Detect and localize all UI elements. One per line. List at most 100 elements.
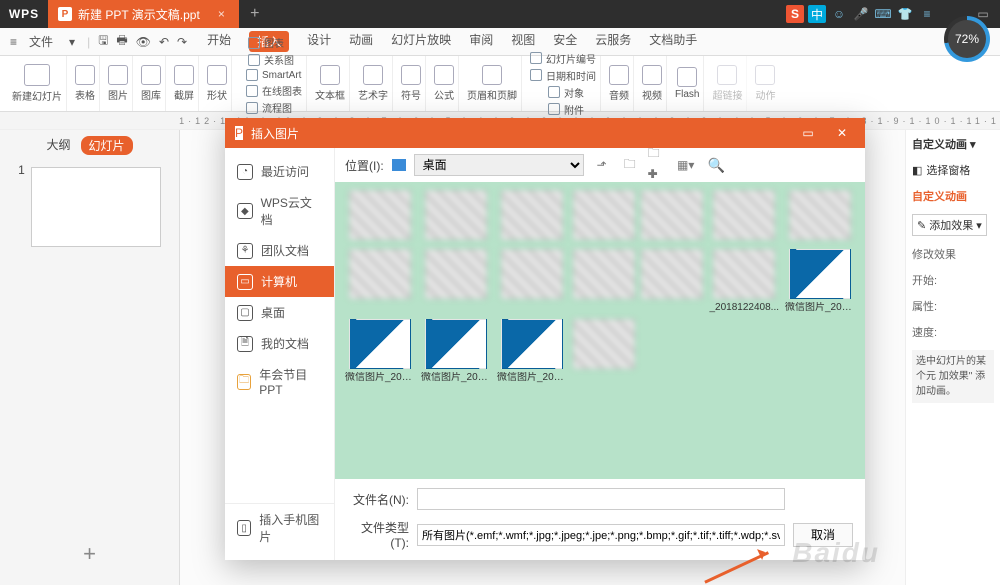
- file-menu[interactable]: 文件: [25, 31, 57, 52]
- file-item[interactable]: [497, 190, 567, 243]
- ribbon-slide-number[interactable]: 幻灯片编号: [530, 51, 596, 66]
- new-folder-icon[interactable]: 🗀✚: [648, 155, 668, 175]
- slides-tab[interactable]: 幻灯片: [81, 136, 133, 155]
- side-cloud[interactable]: ◆WPS云文档: [225, 187, 334, 235]
- ribbon-header-footer[interactable]: 页眉和页脚: [463, 56, 522, 111]
- close-tab-icon[interactable]: ×: [218, 7, 225, 21]
- file-item[interactable]: [573, 190, 635, 243]
- tab-review[interactable]: 审阅: [469, 31, 493, 52]
- qat-preview-icon[interactable]: 👁: [136, 35, 151, 49]
- side-documents[interactable]: 🗎我的文档: [225, 328, 334, 359]
- ribbon-smartart[interactable]: SmartArt: [246, 69, 301, 81]
- ribbon-audio[interactable]: 音频: [605, 56, 634, 111]
- location-select[interactable]: 桌面: [414, 154, 584, 176]
- ribbon-relation[interactable]: 关系图: [248, 52, 294, 67]
- qat-undo-icon[interactable]: ↶: [159, 35, 169, 49]
- ribbon-shapes[interactable]: 形状: [203, 56, 232, 111]
- qat-redo-icon[interactable]: ↷: [177, 35, 187, 49]
- qat-save-icon[interactable]: 🖫: [98, 31, 108, 52]
- ribbon-online-chart[interactable]: 在线图表: [246, 83, 302, 98]
- tab-home[interactable]: 开始: [207, 31, 231, 52]
- ribbon-datetime[interactable]: 日期和时间: [530, 68, 596, 83]
- ime-emoji-icon[interactable]: ☺: [830, 5, 848, 23]
- select-pane-link[interactable]: ◧ 选择窗格: [912, 162, 994, 178]
- tab-slideshow[interactable]: 幻灯片放映: [391, 31, 451, 52]
- ribbon-new-slide[interactable]: 新建幻灯片: [8, 56, 67, 111]
- ime-lang-icon[interactable]: 中: [808, 5, 826, 23]
- ribbon-video[interactable]: 视频: [638, 56, 667, 111]
- ribbon-gallery[interactable]: 图库: [137, 56, 166, 111]
- back-icon[interactable]: 🗀: [620, 155, 640, 175]
- outline-tab[interactable]: 大纲: [46, 136, 70, 155]
- file-item[interactable]: 微信图片_201812251003...: [497, 319, 567, 383]
- file-item[interactable]: [345, 190, 415, 243]
- search-icon[interactable]: 🔍: [708, 157, 725, 174]
- add-effect-button[interactable]: ✎ 添加效果 ▾: [912, 214, 987, 236]
- ime-keyboard-icon[interactable]: ⌨: [874, 5, 892, 23]
- file-thumb: [573, 249, 635, 299]
- ribbon-formula[interactable]: 公式: [430, 56, 459, 111]
- ribbon-chart[interactable]: 图表: [248, 35, 284, 50]
- dialog-max-icon[interactable]: ▭: [795, 126, 821, 140]
- tab-dochelp[interactable]: 文档助手: [649, 31, 697, 52]
- file-item[interactable]: [421, 249, 491, 313]
- tab-animation[interactable]: 动画: [349, 31, 373, 52]
- add-slide-button[interactable]: +: [25, 537, 155, 571]
- side-desktop[interactable]: ▢桌面: [225, 297, 334, 328]
- ribbon-insert-group2: 幻灯片编号 日期和时间 对象 附件: [526, 56, 601, 111]
- side-computer[interactable]: ▭计算机: [225, 266, 334, 297]
- file-item[interactable]: [641, 190, 703, 243]
- ribbon-object[interactable]: 对象: [548, 85, 584, 100]
- document-tab[interactable]: P 新建 PPT 演示文稿.ppt ×: [48, 0, 239, 28]
- dropdown-icon[interactable]: ▾: [65, 33, 79, 51]
- ribbon-textbox[interactable]: 文本框: [311, 56, 350, 111]
- filename-input[interactable]: [417, 488, 785, 510]
- file-item[interactable]: [421, 190, 491, 243]
- file-item[interactable]: _2018122408...: [709, 249, 779, 313]
- ime-sogou-icon[interactable]: S: [786, 5, 804, 23]
- tab-security[interactable]: 安全: [553, 31, 577, 52]
- ribbon-wordart[interactable]: 艺术字: [354, 56, 393, 111]
- ribbon-screenshot[interactable]: 截屏: [170, 56, 199, 111]
- ribbon-attach[interactable]: 附件: [548, 102, 584, 117]
- file-item[interactable]: 微信图片_201812251001...: [345, 319, 415, 383]
- file-item[interactable]: 微信图片_201812251002...: [421, 319, 491, 383]
- tab-cloud[interactable]: 云服务: [595, 31, 631, 52]
- file-item[interactable]: [345, 249, 415, 313]
- ribbon-flash[interactable]: Flash: [671, 56, 704, 111]
- dialog-close-icon[interactable]: ✕: [829, 126, 855, 140]
- tab-design[interactable]: 设计: [307, 31, 331, 52]
- ribbon-action: 动作: [751, 56, 779, 111]
- attr-label: 属性:: [912, 298, 994, 314]
- side-team[interactable]: ⚘团队文档: [225, 235, 334, 266]
- ribbon-symbol[interactable]: 符号: [397, 56, 426, 111]
- ime-tool-icon[interactable]: 👕: [896, 5, 914, 23]
- file-item[interactable]: 微信图片_20181225100...: [785, 249, 855, 313]
- ribbon-picture[interactable]: 图片: [104, 56, 133, 111]
- tab-view[interactable]: 视图: [511, 31, 535, 52]
- file-item[interactable]: [785, 190, 855, 243]
- app-menu-icon[interactable]: ≡: [10, 35, 17, 49]
- file-item[interactable]: [641, 249, 703, 313]
- ribbon-flow[interactable]: 流程图: [246, 100, 292, 115]
- filetype-input[interactable]: [417, 524, 785, 546]
- side-mobile[interactable]: ▯插入手机图片: [225, 503, 334, 552]
- ime-settings-icon[interactable]: ≡: [918, 5, 936, 23]
- ime-mic-icon[interactable]: 🎤: [852, 5, 870, 23]
- dialog-title: 插入图片: [251, 125, 299, 142]
- side-folder-ppt[interactable]: 🗀年会节目PPT: [225, 359, 334, 404]
- cancel-button[interactable]: 取消: [793, 523, 853, 547]
- file-item[interactable]: [573, 249, 635, 313]
- dialog-titlebar[interactable]: P 插入图片 ▭ ✕: [225, 118, 865, 148]
- ribbon-table[interactable]: 表格: [71, 56, 100, 111]
- file-item[interactable]: [709, 190, 779, 243]
- add-tab-button[interactable]: +: [239, 0, 271, 28]
- side-recent[interactable]: ◔最近访问: [225, 156, 334, 187]
- file-item[interactable]: [497, 249, 567, 313]
- file-grid[interactable]: _2018122408...微信图片_20181225100... 微信图片_20…: [335, 182, 865, 479]
- view-mode-icon[interactable]: ▦▾: [676, 155, 696, 175]
- qat-print-icon[interactable]: 🖶: [116, 31, 127, 52]
- file-item[interactable]: [573, 319, 635, 383]
- up-folder-icon[interactable]: ⬏: [592, 155, 612, 175]
- slide-thumbnail[interactable]: [31, 167, 161, 247]
